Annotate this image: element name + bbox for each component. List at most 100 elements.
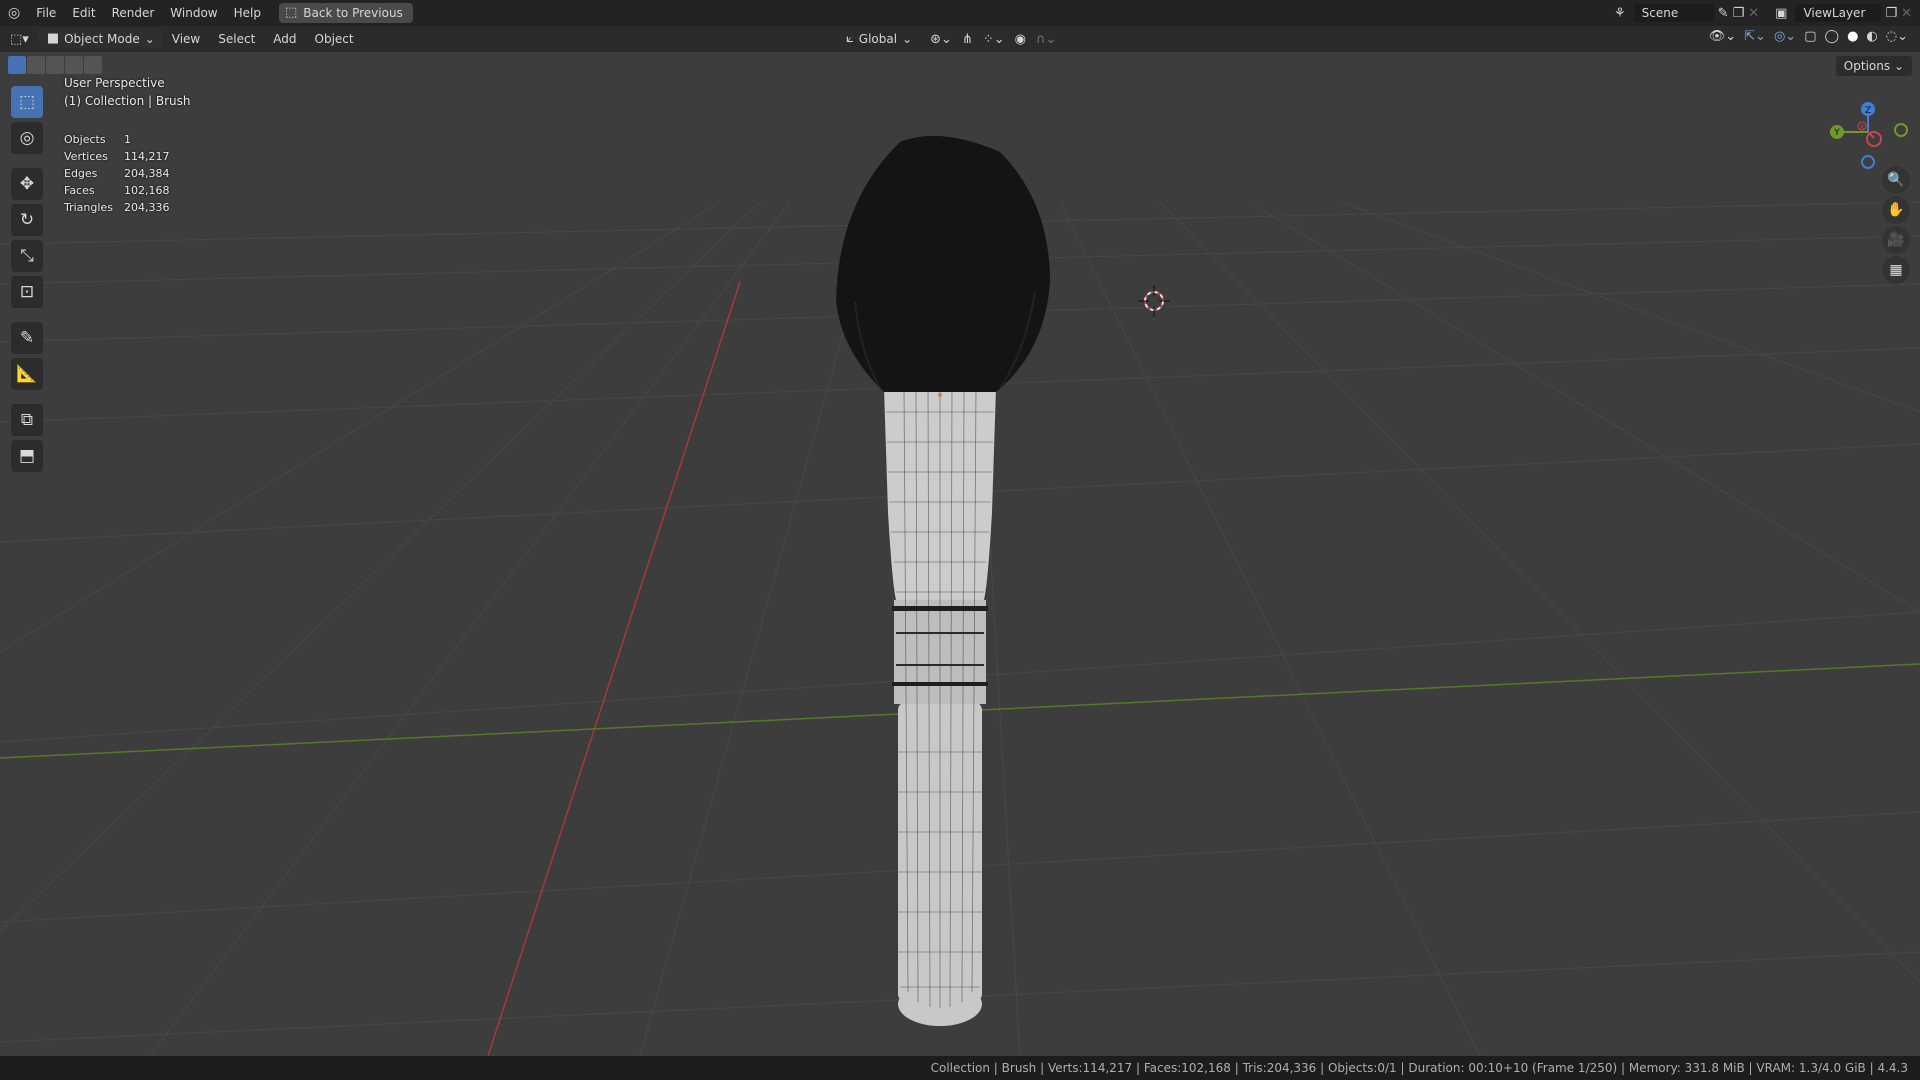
delete-scene-icon[interactable]: ✕	[1748, 6, 1759, 21]
select-intersect-mode[interactable]	[84, 56, 102, 74]
camera-view-icon[interactable]: 🎥	[1882, 226, 1910, 254]
menu-view[interactable]: View	[163, 32, 209, 46]
rotate-tool-icon[interactable]: ↻	[11, 204, 43, 236]
scene-statistics: Objects 1 Vertices 114,217 Edges 204,384 Fa…	[64, 131, 170, 216]
select-box-tool-icon[interactable]: ⬚	[11, 86, 43, 118]
mode-label: Object Mode	[64, 32, 140, 46]
add-cube-tool-icon[interactable]: ⧉	[11, 404, 43, 436]
annotate-tool-icon[interactable]: ✎	[11, 322, 43, 354]
menu-file[interactable]: File	[28, 0, 64, 26]
blender-logo-icon[interactable]: ◎	[0, 0, 28, 26]
stat-value: 204,384	[124, 167, 170, 180]
stat-label: Triangles	[64, 201, 113, 214]
gizmo-z-label: Z	[1865, 106, 1871, 116]
material-shading-icon[interactable]: ◐	[1866, 29, 1877, 44]
snap-target-icon[interactable]: ⁘⌄	[983, 32, 1005, 47]
orientation-dropdown[interactable]: ⟀ Global ⌄	[838, 29, 920, 49]
stat-label: Objects	[64, 133, 106, 146]
menu-render[interactable]: Render	[104, 0, 163, 26]
stat-row: Objects 1	[64, 131, 170, 148]
scene-label: Scene	[1641, 6, 1679, 20]
xray-icon[interactable]: ▢	[1804, 29, 1816, 44]
wireframe-shading-icon[interactable]: ◯	[1825, 29, 1840, 44]
stat-label: Faces	[64, 184, 95, 197]
viewport-grid: Z Y X	[0, 102, 1920, 1056]
chevron-down-icon: ⌄	[1893, 59, 1904, 73]
gizmo-y-label: Y	[1833, 128, 1840, 138]
falloff-icon[interactable]: ∩⌄	[1036, 32, 1056, 47]
navigation-gizmo: Z Y X	[1830, 102, 1908, 169]
select-new-mode[interactable]	[8, 56, 26, 74]
cursor-tool-icon[interactable]: ◎	[11, 122, 43, 154]
stat-value: 114,217	[124, 150, 170, 163]
menu-window[interactable]: Window	[162, 0, 225, 26]
stat-value: 1	[124, 133, 131, 146]
stat-label: Vertices	[64, 150, 108, 163]
scale-tool-icon[interactable]: ⤡	[11, 240, 43, 272]
chevron-down-icon: ⌄	[144, 32, 155, 46]
editor-type-icon[interactable]: ⬚▾	[0, 32, 39, 47]
back-icon: ⬚	[284, 5, 298, 20]
options-label: Options	[1843, 59, 1891, 73]
viewlayer-icon[interactable]: ▣	[1763, 6, 1791, 21]
transform-controls: ⟀ Global ⌄ ⊛⌄ ⋔ ⁘⌄ ◉ ∩⌄	[838, 29, 1056, 49]
add-object-tool-icon[interactable]: ⬒	[11, 440, 43, 472]
select-invert-mode[interactable]	[65, 56, 83, 74]
menu-help[interactable]: Help	[226, 0, 269, 26]
rendered-shading-icon[interactable]: ◌⌄	[1886, 29, 1908, 44]
stat-row: Triangles 204,336	[64, 199, 170, 216]
select-subtract-mode[interactable]	[46, 56, 64, 74]
main-menu: ◎ File Edit Render Window Help ⬚ Back to…	[0, 0, 413, 26]
move-tool-icon[interactable]: ✥	[11, 168, 43, 200]
top-menu-bar: ◎ File Edit Render Window Help ⬚ Back to…	[0, 0, 1920, 26]
solid-shading-icon[interactable]: ●	[1847, 29, 1858, 44]
scene-icon[interactable]: ⚘	[1610, 6, 1630, 21]
measure-tool-icon[interactable]: 📐	[11, 358, 43, 390]
stat-value: 204,336	[124, 201, 170, 214]
viewport-header: ⬚▾ ■ Object Mode ⌄ View Select Add Objec…	[0, 26, 1920, 52]
back-to-previous-button[interactable]: ⬚ Back to Previous	[278, 3, 413, 23]
pin-icon[interactable]: ✎	[1718, 6, 1729, 21]
menu-add[interactable]: Add	[264, 32, 305, 46]
pan-hand-icon[interactable]: ✋	[1882, 196, 1910, 224]
3d-viewport[interactable]: Z Y X ⬚ ◎ ✥ ↻ ⤡ ⊡ ✎ 📐 ⧉ ⬒ User Perspecti…	[0, 52, 1920, 1056]
collection-label: (1) Collection | Brush	[64, 94, 191, 108]
visibility-icon[interactable]: 👁⌄	[1709, 29, 1736, 44]
pivot-icon[interactable]: ⊛⌄	[930, 32, 952, 47]
back-to-previous-label: Back to Previous	[303, 6, 403, 20]
chevron-down-icon: ⌄	[902, 32, 913, 46]
gizmo-toggle-icon[interactable]: ⇱⌄	[1744, 29, 1766, 44]
tool-shelf: ⬚ ◎ ✥ ↻ ⤡ ⊡ ✎ 📐 ⧉ ⬒	[8, 86, 46, 472]
new-scene-icon[interactable]: ❐	[1733, 6, 1745, 21]
new-viewlayer-icon[interactable]: ❐	[1885, 6, 1897, 21]
shading-controls: 👁⌄ ⇱⌄ ◎⌄ ▢ ◯ ● ◐ ◌⌄	[1709, 29, 1908, 44]
viewlayer-field[interactable]: ViewLayer	[1795, 4, 1882, 22]
status-text: Collection | Brush | Verts:114,217 | Fac…	[930, 1061, 1908, 1075]
perspective-label: User Perspective	[64, 76, 165, 90]
object-mode-icon: ■	[46, 31, 60, 46]
overlay-toggle-icon[interactable]: ◎⌄	[1774, 29, 1796, 44]
brush-model	[836, 135, 1050, 1026]
scene-field[interactable]: Scene	[1633, 4, 1714, 22]
menu-select[interactable]: Select	[209, 32, 264, 46]
viewport-info: User Perspective (1) Collection | Brush	[64, 74, 190, 110]
stat-value: 102,168	[124, 184, 170, 197]
zoom-icon[interactable]: 🔍	[1882, 166, 1910, 194]
proportional-edit-icon[interactable]: ◉	[1015, 32, 1026, 47]
3d-cursor	[1138, 285, 1170, 317]
snap-icon[interactable]: ⋔	[962, 32, 973, 47]
transform-tool-icon[interactable]: ⊡	[11, 276, 43, 308]
top-right-controls: ⚘ Scene ✎ ❐ ✕ ▣ ViewLayer ❐ ✕	[1610, 0, 1920, 26]
orientation-icon: ⟀	[846, 31, 854, 46]
delete-viewlayer-icon[interactable]: ✕	[1901, 6, 1920, 21]
stat-row: Edges 204,384	[64, 165, 170, 182]
selection-modes	[8, 56, 102, 74]
stat-label: Edges	[64, 167, 98, 180]
options-dropdown[interactable]: Options ⌄	[1835, 56, 1912, 76]
menu-object[interactable]: Object	[306, 32, 363, 46]
mode-dropdown[interactable]: ■ Object Mode ⌄	[38, 29, 163, 49]
select-extend-mode[interactable]	[27, 56, 45, 74]
menu-edit[interactable]: Edit	[64, 0, 103, 26]
perspective-toggle-icon[interactable]: ▦	[1882, 256, 1910, 284]
status-bar: Collection | Brush | Verts:114,217 | Fac…	[0, 1056, 1920, 1080]
